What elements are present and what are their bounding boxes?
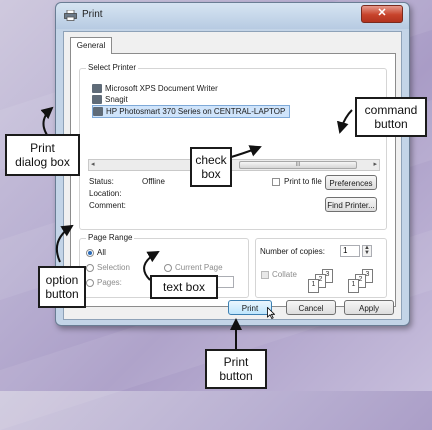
page-range-legend: Page Range (86, 233, 135, 242)
scroll-right-icon[interactable]: ▸ (373, 160, 377, 170)
callout-print-button: Print button (205, 349, 267, 389)
print-button[interactable]: Print (228, 300, 272, 315)
callout-text: option button (45, 273, 79, 301)
horizontal-scrollbar[interactable]: ◂ III ▸ (88, 159, 380, 171)
selection-radio[interactable] (86, 264, 94, 272)
printer-icon (64, 10, 77, 21)
printer-icon (92, 84, 102, 94)
printer-list[interactable]: Microsoft XPS Document Writer Snagit HP … (88, 81, 378, 157)
callout-text: text box (162, 280, 206, 294)
print-dialog: Print ✕ General Select Printer Microsoft… (55, 2, 410, 326)
collate-pages-icon: 3 2 1 (308, 269, 333, 293)
pages-label: Pages: (97, 278, 122, 287)
callout-text: Print dialog box (15, 141, 70, 169)
current-page-radio[interactable] (164, 264, 172, 272)
cancel-button[interactable]: Cancel (286, 300, 336, 315)
select-printer-legend: Select Printer (86, 63, 139, 72)
printer-item-selected[interactable]: HP Photosmart 370 Series on CENTRAL-LAPT… (92, 105, 291, 118)
scroll-grip: III (295, 162, 301, 168)
pages-radio[interactable] (86, 279, 94, 287)
dialog-client-area: General Select Printer Microsoft XPS Doc… (63, 31, 402, 320)
status-value: Offline (142, 177, 165, 186)
window-title: Print (82, 9, 103, 20)
current-page-label: Current Page (175, 263, 223, 272)
callout-text: command button (364, 103, 418, 131)
all-radio[interactable] (86, 249, 94, 257)
callout-text: Print button (219, 355, 253, 383)
select-printer-group: Select Printer Microsoft XPS Document Wr… (79, 63, 387, 230)
printer-item[interactable]: Snagit (92, 94, 128, 105)
general-panel: Select Printer Microsoft XPS Document Wr… (70, 53, 396, 307)
copies-group: Number of copies: 1 ▲ ▼ Collate 3 2 1 3 … (255, 238, 387, 298)
apply-button[interactable]: Apply (344, 300, 394, 315)
callout-command-button: command button (355, 97, 427, 137)
callout-check-box: check box (190, 147, 232, 187)
copies-spinner[interactable]: ▲ ▼ (362, 245, 372, 257)
callout-option-button: option button (38, 266, 86, 308)
selection-label: Selection (97, 263, 130, 272)
printer-icon (92, 95, 102, 105)
comment-label: Comment: (89, 201, 126, 210)
printer-item[interactable]: Microsoft XPS Document Writer (92, 83, 218, 94)
callout-text-box: text box (150, 275, 218, 299)
printer-name: Snagit (105, 95, 128, 104)
callout-print-dialog-box: Print dialog box (5, 134, 80, 176)
print-to-file-checkbox[interactable] (272, 178, 280, 186)
preferences-button[interactable]: Preferences (325, 175, 377, 190)
status-label: Status: (89, 177, 114, 186)
spin-down-icon[interactable]: ▼ (363, 250, 371, 256)
mouse-cursor-icon (267, 307, 275, 319)
collate-pages-icon: 3 2 1 (348, 269, 373, 293)
close-icon: ✕ (377, 7, 387, 19)
printer-icon (93, 107, 103, 117)
all-label: All (97, 248, 106, 257)
collate-page: 1 (308, 279, 319, 293)
collate-checkbox[interactable] (261, 271, 269, 279)
collate-label: Collate (272, 270, 297, 279)
scroll-left-icon[interactable]: ◂ (91, 160, 95, 170)
print-to-file-label: Print to file (284, 177, 322, 186)
callout-text: check box (195, 153, 227, 181)
find-printer-button[interactable]: Find Printer... (325, 197, 377, 212)
location-label: Location: (89, 189, 122, 198)
collate-page: 1 (348, 279, 359, 293)
copies-input[interactable]: 1 (340, 245, 360, 257)
tab-general[interactable]: General (70, 37, 112, 54)
copies-label: Number of copies: (260, 247, 325, 256)
printer-name: Microsoft XPS Document Writer (105, 84, 218, 93)
title-bar[interactable]: Print ✕ (56, 3, 409, 29)
scrollbar-thumb[interactable]: III (239, 161, 357, 169)
printer-name: HP Photosmart 370 Series on CENTRAL-LAPT… (106, 107, 286, 116)
close-button[interactable]: ✕ (361, 5, 403, 23)
